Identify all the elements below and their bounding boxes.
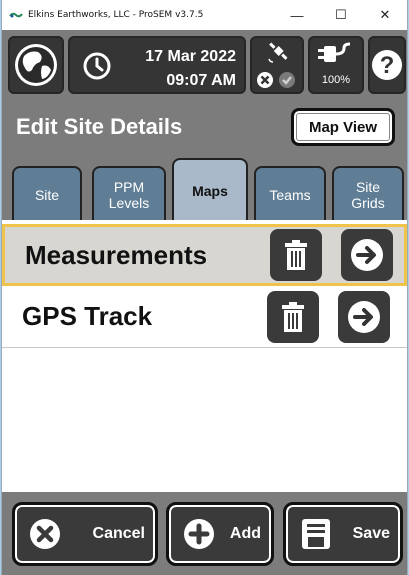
floppy-disk-icon [302, 519, 330, 549]
close-icon: ✕ [379, 7, 391, 22]
minimize-icon: — [290, 7, 304, 23]
x-circle-icon [30, 519, 60, 549]
maximize-button[interactable]: ☐ [319, 0, 363, 30]
date-text: 17 Mar 2022 [145, 48, 236, 65]
close-button[interactable]: ✕ [363, 0, 407, 30]
page-header: Edit Site Details Map View [2, 98, 407, 156]
time-text: 09:07 AM [166, 72, 236, 89]
plus-circle-icon [184, 519, 214, 549]
list-item-label: GPS Track [22, 301, 153, 331]
x-circle-icon [257, 72, 273, 88]
header-toolbar: 17 Mar 2022 09:07 AM 100% ? [2, 30, 407, 98]
tab-label: Teams [269, 187, 311, 203]
save-button[interactable]: Save [283, 502, 403, 566]
tab-maps[interactable]: Maps [172, 158, 248, 222]
app-logo-icon [9, 10, 23, 20]
tab-site-grids[interactable]: Site Grids [332, 166, 404, 222]
tab-teams[interactable]: Teams [254, 166, 326, 222]
tab-label: Maps [192, 183, 228, 199]
svg-text:?: ? [380, 52, 395, 79]
tab-label: PPM Levels [108, 179, 150, 211]
window-title: Elkins Earthworks, LLC - ProSEM v3.7.5 [28, 10, 204, 20]
maps-list: Measurements GPS Track [2, 220, 407, 492]
list-item[interactable]: Measurements [2, 224, 407, 286]
tab-bar: Site PPM Levels Maps Teams Site Grids [2, 156, 407, 222]
list-item-label: Measurements [25, 239, 208, 270]
list-item[interactable]: GPS Track [2, 286, 407, 348]
open-button[interactable] [338, 290, 390, 343]
delete-button[interactable] [270, 229, 322, 281]
delete-button[interactable] [267, 290, 319, 343]
question-icon: ? [372, 50, 402, 80]
trash-icon [285, 240, 307, 270]
open-button[interactable] [341, 229, 393, 281]
datetime-display: 17 Mar 2022 09:07 AM [68, 36, 246, 94]
trash-icon [282, 301, 304, 332]
clock-icon [83, 52, 111, 80]
arrow-right-circle-icon [351, 239, 383, 271]
cancel-button[interactable]: Cancel [12, 502, 158, 566]
minimize-button[interactable]: — [275, 0, 319, 30]
power-status-button[interactable]: 100% [308, 36, 364, 94]
tab-site[interactable]: Site [12, 166, 82, 222]
tab-ppm-levels[interactable]: PPM Levels [92, 166, 166, 222]
satellite-icon [268, 42, 288, 63]
battery-percent: 100% [321, 74, 351, 86]
cancel-label: Cancel [92, 525, 145, 542]
add-button[interactable]: Add [166, 502, 274, 566]
save-label: Save [352, 525, 390, 542]
maximize-icon: ☐ [335, 7, 347, 22]
globe-icon [15, 44, 57, 86]
arrow-right-circle-icon [348, 300, 380, 333]
gps-status-button[interactable] [250, 36, 304, 94]
map-view-button[interactable]: Map View [291, 108, 395, 146]
bottom-action-bar: Cancel Add Save [2, 492, 407, 575]
add-label: Add [229, 525, 261, 542]
globe-button[interactable] [8, 36, 64, 94]
plug-icon [318, 42, 351, 62]
tab-label: Site Grids [351, 179, 385, 211]
check-circle-icon [279, 72, 295, 88]
app-window: Elkins Earthworks, LLC - ProSEM v3.7.5 —… [2, 0, 407, 575]
help-button[interactable]: ? [368, 36, 406, 94]
window-titlebar: Elkins Earthworks, LLC - ProSEM v3.7.5 —… [2, 0, 407, 30]
tab-label: Site [34, 187, 60, 203]
page-title: Edit Site Details [16, 114, 183, 139]
